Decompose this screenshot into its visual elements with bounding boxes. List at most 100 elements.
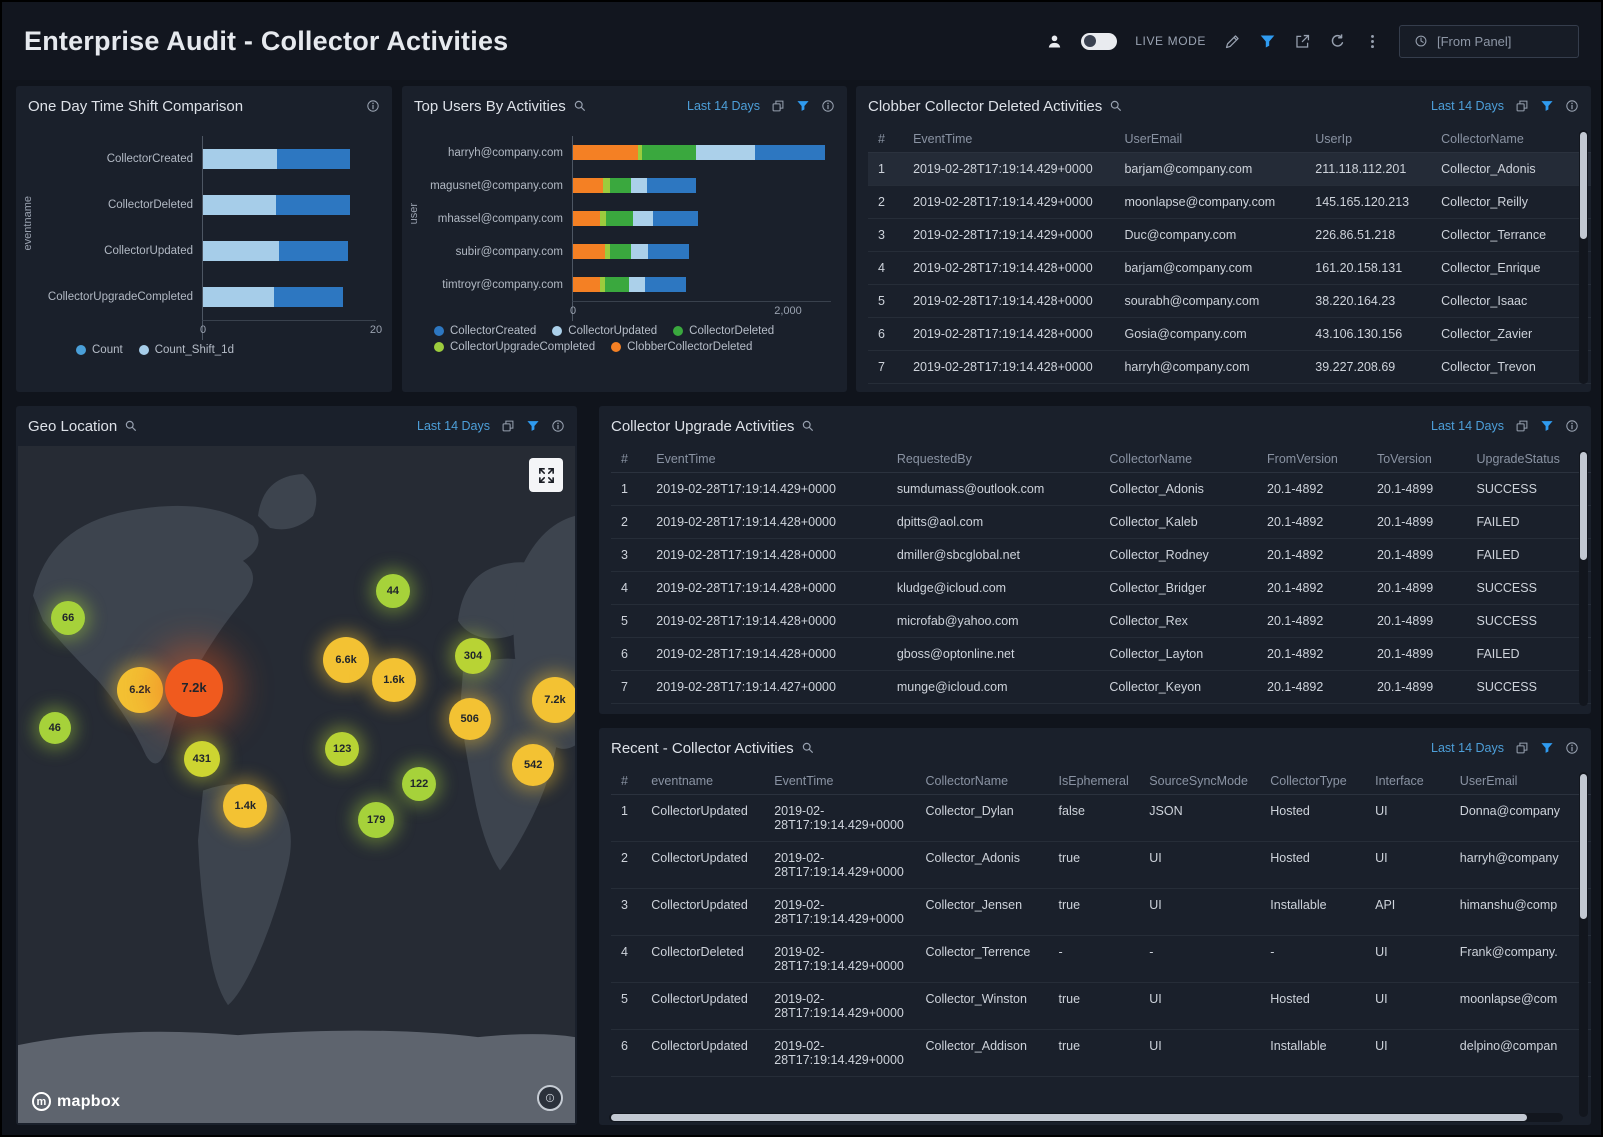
table-row[interactable]: 3CollectorUpdated2019-02-28T17:19:14.429…: [611, 889, 1591, 936]
copy-icon[interactable]: [1515, 419, 1529, 433]
scrollbar-thumb[interactable]: [1580, 774, 1587, 919]
column-header[interactable]: eventname: [641, 768, 764, 795]
column-header[interactable]: #: [611, 446, 646, 473]
bar-segment[interactable]: [573, 211, 600, 226]
bar-segment[interactable]: [573, 244, 605, 259]
column-header[interactable]: CollectorName: [915, 768, 1048, 795]
legend-item[interactable]: CollectorUpdated: [552, 325, 657, 337]
map-bubble[interactable]: 6.6k: [323, 637, 369, 683]
table-row[interactable]: 6CollectorUpdated2019-02-28T17:19:14.429…: [611, 1030, 1591, 1077]
column-header[interactable]: UserEmail: [1114, 126, 1305, 153]
map-bubble[interactable]: 46: [39, 712, 71, 744]
bar-segment[interactable]: [274, 287, 343, 307]
copy-icon[interactable]: [1515, 741, 1529, 755]
search-icon[interactable]: [124, 419, 138, 433]
map-info-icon[interactable]: [537, 1085, 563, 1111]
legend-item[interactable]: Count_Shift_1d: [139, 344, 234, 356]
filter-icon[interactable]: [1540, 99, 1554, 113]
column-header[interactable]: CollectorName: [1099, 446, 1257, 473]
map-bubble[interactable]: 304: [455, 638, 491, 674]
column-header[interactable]: Interface: [1365, 768, 1450, 795]
time-range-selector[interactable]: [From Panel]: [1399, 25, 1579, 58]
filter-icon[interactable]: [526, 419, 540, 433]
map-bubble[interactable]: 66: [51, 601, 85, 635]
table-row[interactable]: 5CollectorUpdated2019-02-28T17:19:14.429…: [611, 983, 1591, 1030]
bar-segment[interactable]: [203, 195, 276, 215]
bar-segment[interactable]: [203, 241, 279, 261]
share-button[interactable]: [1294, 33, 1311, 50]
search-icon[interactable]: [1109, 99, 1123, 113]
column-header[interactable]: #: [868, 126, 903, 153]
refresh-button[interactable]: [1329, 33, 1346, 50]
column-header[interactable]: RequestedBy: [887, 446, 1100, 473]
map-bubble[interactable]: 542: [512, 744, 554, 786]
column-header[interactable]: EventTime: [646, 446, 887, 473]
time-range-label[interactable]: Last 14 Days: [687, 99, 760, 113]
vertical-scrollbar[interactable]: [1579, 130, 1588, 384]
live-mode-toggle[interactable]: [1081, 33, 1117, 50]
table-row[interactable]: 42019-02-28T17:19:14.428+0000barjam@comp…: [868, 252, 1591, 285]
bar-segment[interactable]: [631, 244, 648, 259]
table-row[interactable]: 52019-02-28T17:19:14.428+0000sourabh@com…: [868, 285, 1591, 318]
world-map[interactable]: m mapbox 66466.2k7.2k4311.4k6.6k441.6k30…: [18, 446, 575, 1123]
column-header[interactable]: UserIp: [1305, 126, 1431, 153]
filter-button[interactable]: [1259, 33, 1276, 50]
filter-icon[interactable]: [1540, 419, 1554, 433]
table-row[interactable]: 22019-02-28T17:19:14.429+0000moonlapse@c…: [868, 186, 1591, 219]
map-bubble[interactable]: 1.6k: [372, 658, 416, 702]
bar-segment[interactable]: [277, 149, 350, 169]
legend-item[interactable]: CollectorUpgradeCompleted: [434, 341, 595, 353]
column-header[interactable]: UserEmail: [1450, 768, 1591, 795]
info-icon[interactable]: [551, 419, 565, 433]
bar-segment[interactable]: [606, 211, 633, 226]
horizontal-scrollbar[interactable]: [609, 1113, 1563, 1122]
bar-segment[interactable]: [610, 244, 631, 259]
table-row[interactable]: 12019-02-28T17:19:14.429+0000sumdumass@o…: [611, 473, 1591, 506]
column-header[interactable]: EventTime: [903, 126, 1114, 153]
table-row[interactable]: 2CollectorUpdated2019-02-28T17:19:14.429…: [611, 842, 1591, 889]
column-header[interactable]: CollectorName: [1431, 126, 1591, 153]
table-row[interactable]: 52019-02-28T17:19:14.428+0000microfab@ya…: [611, 605, 1591, 638]
bar-segment[interactable]: [279, 241, 348, 261]
map-bubble[interactable]: 7.2k: [532, 677, 575, 723]
vertical-scrollbar[interactable]: [1579, 772, 1588, 1117]
legend-item[interactable]: Count: [76, 344, 123, 356]
table-row[interactable]: 22019-02-28T17:19:14.428+0000dpitts@aol.…: [611, 506, 1591, 539]
table-row[interactable]: 32019-02-28T17:19:14.429+0000Duc@company…: [868, 219, 1591, 252]
bar-segment[interactable]: [633, 211, 652, 226]
time-range-label[interactable]: Last 14 Days: [1431, 99, 1504, 113]
column-header[interactable]: UpgradeStatus: [1467, 446, 1592, 473]
filter-icon[interactable]: [796, 99, 810, 113]
time-range-label[interactable]: Last 14 Days: [417, 419, 490, 433]
table-row[interactable]: 4CollectorDeleted2019-02-28T17:19:14.429…: [611, 936, 1591, 983]
bar-segment[interactable]: [573, 178, 603, 193]
column-header[interactable]: EventTime: [764, 768, 915, 795]
map-bubble[interactable]: 123: [325, 732, 359, 766]
bar-segment[interactable]: [573, 277, 600, 292]
legend-item[interactable]: CollectorCreated: [434, 325, 536, 337]
map-bubble[interactable]: 431: [184, 741, 220, 777]
legend-item[interactable]: CollectorDeleted: [673, 325, 774, 337]
info-icon[interactable]: [1565, 741, 1579, 755]
bar-segment[interactable]: [647, 178, 695, 193]
map-bubble[interactable]: 7.2k: [165, 659, 223, 717]
bar-segment[interactable]: [645, 277, 686, 292]
bar-segment[interactable]: [610, 178, 631, 193]
column-header[interactable]: IsEphemeral: [1049, 768, 1140, 795]
column-header[interactable]: FromVersion: [1257, 446, 1367, 473]
table-row[interactable]: 72019-02-28T17:19:14.427+0000munge@iclou…: [611, 671, 1591, 704]
table-row[interactable]: 42019-02-28T17:19:14.428+0000kludge@iclo…: [611, 572, 1591, 605]
fullscreen-icon[interactable]: [529, 458, 563, 492]
bar-segment[interactable]: [276, 195, 350, 215]
column-header[interactable]: ToVersion: [1367, 446, 1467, 473]
table-row[interactable]: 12019-02-28T17:19:14.429+0000barjam@comp…: [868, 153, 1591, 186]
bar-segment[interactable]: [755, 145, 825, 160]
copy-icon[interactable]: [771, 99, 785, 113]
copy-icon[interactable]: [1515, 99, 1529, 113]
bar-segment[interactable]: [653, 211, 698, 226]
map-bubble[interactable]: 44: [376, 574, 410, 608]
legend-item[interactable]: ClobberCollectorDeleted: [611, 341, 752, 353]
filter-icon[interactable]: [1540, 741, 1554, 755]
info-icon[interactable]: [1565, 419, 1579, 433]
table-row[interactable]: 1CollectorUpdated2019-02-28T17:19:14.429…: [611, 795, 1591, 842]
